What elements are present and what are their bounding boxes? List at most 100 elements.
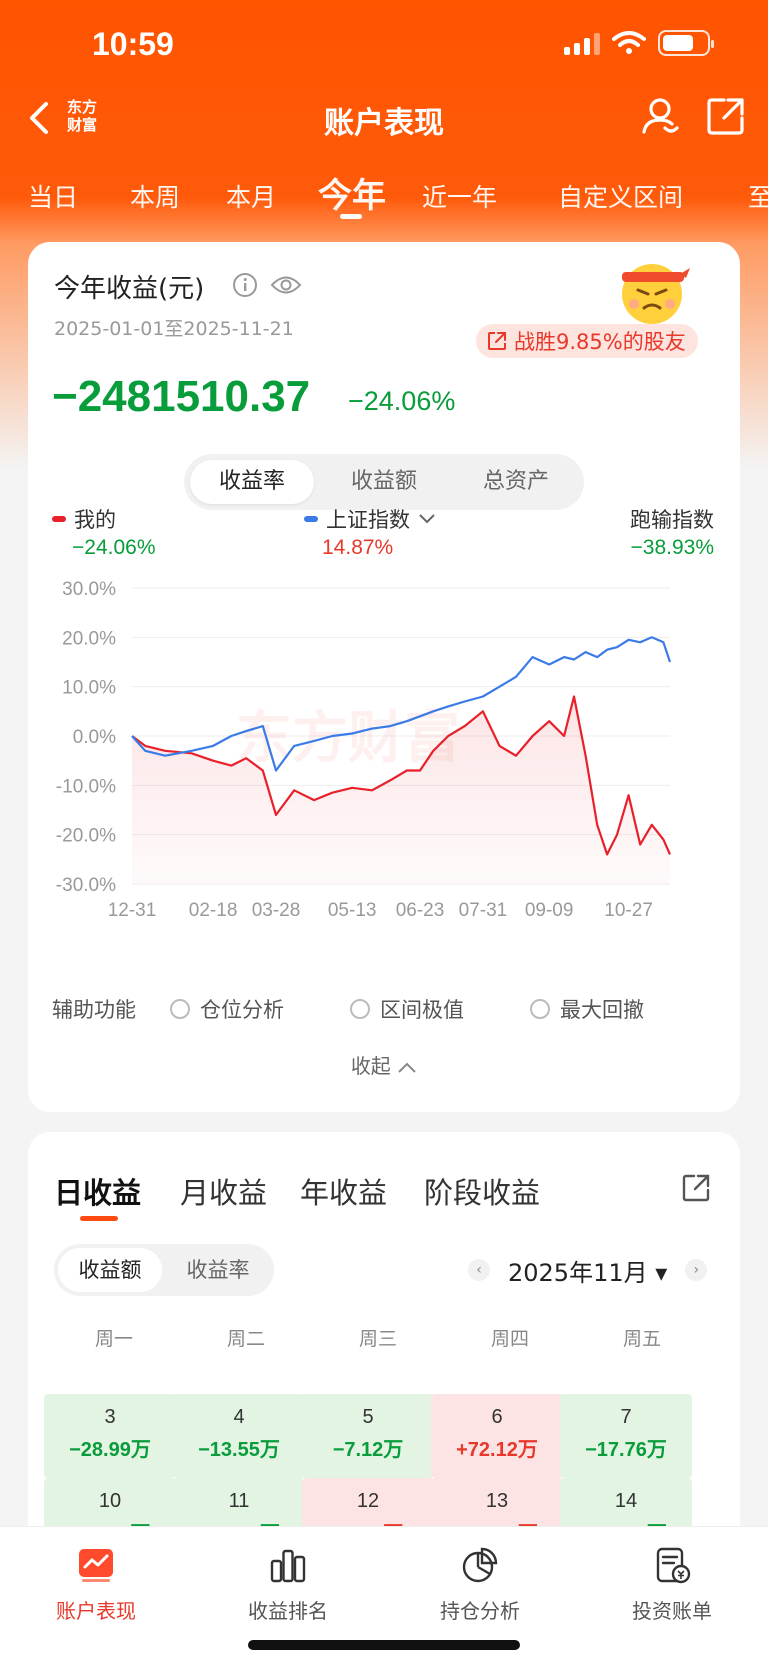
status-icons xyxy=(564,30,714,56)
summary-card: 今年收益(元) 2025-01-01至2025-11-21 战胜9.85%的股友… xyxy=(28,242,740,1112)
weekday-label: 周三 xyxy=(358,1328,397,1350)
status-bar: 10:59 xyxy=(0,0,768,90)
ytd-profit-percent: −24.06% xyxy=(348,386,456,416)
day-number: 5 xyxy=(362,1406,374,1428)
tab-more[interactable]: 至 xyxy=(748,178,768,214)
mascot-emoji-icon xyxy=(622,264,690,324)
y-tick-label: 0.0% xyxy=(73,727,116,748)
chart-mode-segment: 收益率 收益额 总资产 xyxy=(184,454,584,510)
next-month-icon[interactable]: › xyxy=(685,1259,708,1281)
bill-icon xyxy=(656,1547,691,1584)
x-tick-label: 12-31 xyxy=(108,900,157,921)
tab-custom-range[interactable]: 自定义区间 xyxy=(558,178,683,214)
legend-index-selector[interactable]: 上证指数 xyxy=(304,504,436,534)
tab-this-week[interactable]: 本周 xyxy=(130,178,180,214)
mode-profit-amount[interactable]: 收益额 xyxy=(322,460,446,504)
day-number: 6 xyxy=(491,1406,503,1428)
tab-today[interactable]: 当日 xyxy=(28,178,78,214)
mode-total-assets[interactable]: 总资产 xyxy=(454,460,578,504)
day-number: 14 xyxy=(614,1490,638,1512)
tab-last-year[interactable]: 近一年 xyxy=(422,178,497,214)
chevron-up-icon xyxy=(398,1062,416,1073)
cal-mode-amount[interactable]: 收益额 xyxy=(58,1248,162,1292)
profit-card: 日收益 月收益 年收益 阶段收益 收益额 收益率 ‹ 2025年11月 ▾ › … xyxy=(28,1132,740,1562)
month-navigator: ‹ 2025年11月 ▾ › xyxy=(468,1250,708,1290)
legend-lag-value: −38.93% xyxy=(630,536,715,559)
battery-icon xyxy=(658,30,714,56)
weekday-label: 周一 xyxy=(94,1328,133,1350)
aux-max-drawdown[interactable]: 最大回撤 xyxy=(530,994,644,1024)
y-tick-label: -10.0% xyxy=(56,776,116,797)
cellular-signal-icon xyxy=(564,31,600,55)
legend-mine: 我的 xyxy=(52,504,116,534)
ytd-profit-value: −2481510.37 xyxy=(52,372,311,421)
radio-icon xyxy=(530,999,550,1019)
tab-daily-profit[interactable]: 日收益 xyxy=(54,1170,141,1212)
pie-chart-icon xyxy=(462,1547,498,1583)
weekday-label: 周四 xyxy=(490,1328,529,1350)
aux-position-analysis[interactable]: 仓位分析 xyxy=(170,994,284,1024)
day-profit-value: −28.99万 xyxy=(69,1439,151,1461)
share-icon[interactable] xyxy=(680,1172,712,1204)
radio-icon xyxy=(350,999,370,1019)
day-number: 12 xyxy=(356,1490,380,1512)
x-tick-label: 02-18 xyxy=(189,900,238,921)
bottom-nav-bill[interactable]: 投资账单 xyxy=(576,1545,768,1624)
legend-index-value: 14.87% xyxy=(322,536,394,559)
period-tabs: 当日 本周 本月 今年 近一年 自定义区间 至 xyxy=(0,168,768,228)
legend-lag: 跑输指数 xyxy=(630,508,714,532)
date-range: 2025-01-01至2025-11-21 xyxy=(54,318,294,340)
user-icon[interactable] xyxy=(638,94,682,138)
aux-label: 辅助功能 xyxy=(52,998,136,1022)
y-tick-label: 10.0% xyxy=(62,678,116,699)
collapse-button[interactable]: 收起 xyxy=(28,1050,740,1079)
cal-mode-rate[interactable]: 收益率 xyxy=(166,1248,270,1292)
return-chart[interactable]: 东方财富 30.0%20.0%10.0%0.0%-10.0%-20.0%-30.… xyxy=(28,572,740,932)
eye-icon[interactable] xyxy=(270,272,302,298)
legend-index-swatch xyxy=(304,516,318,522)
tab-yearly-profit[interactable]: 年收益 xyxy=(300,1170,387,1212)
x-tick-label: 06-23 xyxy=(396,900,445,921)
day-number: 4 xyxy=(233,1406,245,1428)
beat-peers-badge[interactable]: 战胜9.85%的股友 xyxy=(476,324,698,358)
weekday-label: 周二 xyxy=(226,1328,265,1350)
bottom-nav-holdings[interactable]: 持仓分析 xyxy=(384,1545,576,1624)
top-nav: 东方 财富 账户表现 xyxy=(0,90,768,146)
prev-month-icon[interactable]: ‹ xyxy=(468,1259,490,1281)
x-tick-label: 07-31 xyxy=(459,900,508,921)
home-indicator xyxy=(248,1640,520,1650)
calendar-mode-segment: 收益额 收益率 xyxy=(54,1244,274,1296)
x-tick-label: 03-28 xyxy=(252,900,301,921)
trend-chart-icon xyxy=(79,1549,113,1582)
y-tick-label: -20.0% xyxy=(56,826,116,847)
aux-range-extremes[interactable]: 区间极值 xyxy=(350,994,464,1024)
share-icon[interactable] xyxy=(704,94,748,138)
x-tick-label: 09-09 xyxy=(525,900,574,921)
y-tick-label: 20.0% xyxy=(62,628,116,649)
calendar-day-cell[interactable]: 5 −7.12万 xyxy=(302,1394,434,1478)
day-number: 7 xyxy=(620,1406,632,1428)
bar-rank-icon xyxy=(270,1549,306,1583)
day-profit-value: −13.55万 xyxy=(198,1439,280,1461)
calendar-day-cell[interactable]: 7 −17.76万 xyxy=(560,1394,692,1478)
tab-this-month[interactable]: 本月 xyxy=(226,178,276,214)
day-profit-value: −17.76万 xyxy=(585,1439,667,1461)
share-small-icon xyxy=(488,332,506,350)
x-tick-label: 05-13 xyxy=(328,900,377,921)
calendar-day-cell[interactable]: 3 −28.99万 xyxy=(44,1394,176,1478)
mode-return-rate[interactable]: 收益率 xyxy=(190,460,314,504)
tab-period-profit[interactable]: 阶段收益 xyxy=(424,1170,540,1212)
legend-mine-value: −24.06% xyxy=(72,536,156,559)
bottom-nav-ranking[interactable]: 收益排名 xyxy=(192,1545,384,1624)
bottom-nav-account[interactable]: 账户表现 xyxy=(0,1545,192,1624)
status-time: 10:59 xyxy=(92,26,174,62)
profit-tab-indicator xyxy=(80,1216,118,1221)
day-profit-value: +72.12万 xyxy=(456,1439,538,1461)
calendar-day-cell[interactable]: 4 −13.55万 xyxy=(173,1394,305,1478)
calendar-day-cell[interactable]: 6 +72.12万 xyxy=(431,1394,563,1478)
tab-this-year[interactable]: 今年 xyxy=(318,168,386,217)
month-picker[interactable]: 2025年11月 ▾ xyxy=(508,1253,667,1288)
tab-monthly-profit[interactable]: 月收益 xyxy=(180,1170,267,1212)
y-tick-label: 30.0% xyxy=(62,579,116,600)
info-icon[interactable] xyxy=(232,272,258,298)
